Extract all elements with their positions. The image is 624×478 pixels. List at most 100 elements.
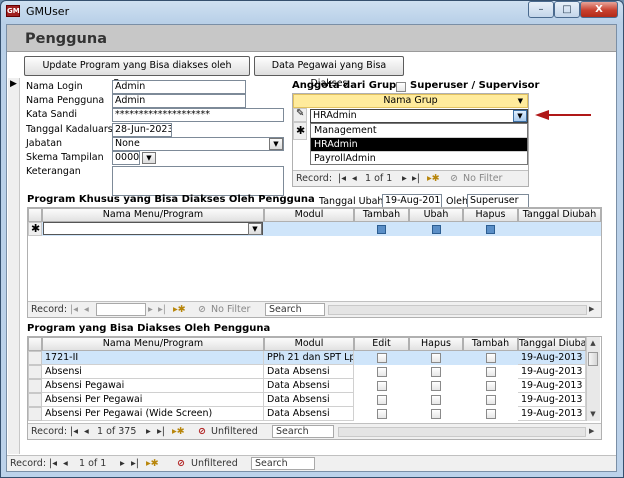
khusus-corner[interactable] [28,208,42,222]
record-position[interactable]: 1 of 375 [97,424,136,439]
next-record-icon[interactable]: ▸ [120,456,125,471]
program-menu-cell[interactable]: Absensi [42,365,264,379]
program-modul-cell[interactable]: Data Absensi [264,393,354,407]
tambah-checkbox[interactable] [486,395,496,405]
oleh-input[interactable]: Superuser [467,194,529,208]
prev-record-icon[interactable]: ◂ [63,456,68,471]
jabatan-select[interactable]: None [112,137,284,151]
program-col-tambah[interactable]: Tambah [463,337,518,351]
prev-record-icon[interactable]: ◂ [84,424,89,439]
vertical-scrollbar[interactable] [586,337,600,421]
last-record-icon[interactable]: ▸| [412,171,420,186]
edit-checkbox[interactable] [377,381,387,391]
next-record-icon[interactable]: ▸ [402,171,407,186]
program-menu-cell[interactable]: 1721-II [42,351,264,365]
next-record-icon[interactable]: ▸ [146,424,151,439]
no-filter-button[interactable]: No Filter [463,171,502,186]
scroll-down-icon[interactable]: ▼ [587,410,599,418]
row-selector[interactable] [28,407,42,421]
row-selector[interactable] [28,351,42,365]
no-filter-button[interactable]: No Filter [211,302,250,317]
scroll-up-icon[interactable]: ▲ [587,339,599,347]
first-record-icon[interactable]: |◂ [49,456,57,471]
skema-tampilan-select[interactable]: 0000 [112,151,140,165]
new-record-icon[interactable]: ▸✱ [173,302,186,317]
row-selector[interactable] [28,379,42,393]
program-tanggal-cell[interactable]: 19-Aug-2013 [518,393,586,407]
program-tanggal-cell[interactable]: 19-Aug-2013 [518,365,586,379]
first-record-icon[interactable]: |◂ [70,302,78,317]
program-col-edit[interactable]: Edit [354,337,409,351]
first-record-icon[interactable]: |◂ [338,171,346,186]
hapus-checkbox[interactable] [431,409,441,419]
close-button[interactable]: X [580,1,618,18]
keterangan-input[interactable] [112,166,284,196]
group-combo[interactable]: HRAdmin [310,109,528,123]
edit-checkbox[interactable] [377,409,387,419]
program-tanggal-cell[interactable]: 19-Aug-2013 [518,351,586,365]
ubah-checkbox[interactable] [432,225,441,234]
record-position[interactable] [96,303,146,316]
unfiltered-button[interactable]: Unfiltered [191,456,238,471]
hapus-checkbox[interactable] [431,395,441,405]
khusus-col-tambah[interactable]: Tambah [354,208,409,222]
khusus-menu-combo[interactable] [43,222,263,235]
program-modul-cell[interactable]: Data Absensi [264,365,354,379]
skema-dropdown-icon[interactable]: ▼ [142,152,156,164]
program-tanggal-cell[interactable]: 19-Aug-2013 [518,379,586,393]
prev-record-icon[interactable]: ◂ [84,302,89,317]
next-record-icon[interactable]: ▸ [148,302,153,317]
scroll-right-icon[interactable]: ▶ [589,424,594,439]
last-record-icon[interactable]: ▸| [158,302,166,317]
tambah-checkbox[interactable] [486,353,496,363]
scroll-right-icon[interactable]: ▶ [589,302,594,317]
new-record-icon[interactable]: ▸✱ [172,424,185,439]
group-column-header[interactable]: Nama Grup ▼ [293,94,528,108]
record-position[interactable]: 1 of 1 [79,456,106,471]
group-option-selected[interactable]: HRAdmin [311,138,527,152]
kata-sandi-input[interactable]: ******************** [112,108,284,122]
tanggal-kadaluarsa-input[interactable]: 28-Jun-2023 [112,123,172,137]
horizontal-scrollbar[interactable] [328,305,587,315]
search-input[interactable]: Search [265,303,325,316]
edit-checkbox[interactable] [377,367,387,377]
row-selector[interactable] [28,393,42,407]
superuser-checkbox[interactable] [396,82,406,92]
program-modul-cell[interactable]: PPh 21 dan SPT Lp. [264,351,354,365]
tambah-checkbox[interactable] [377,225,386,234]
program-modul-cell[interactable]: Data Absensi [264,379,354,393]
program-col-hapus[interactable]: Hapus [409,337,463,351]
horizontal-scrollbar[interactable] [338,427,586,437]
minimize-button[interactable]: – [528,1,554,18]
program-menu-cell[interactable]: Absensi Per Pegawai [42,393,264,407]
maximize-button[interactable]: □ [554,1,580,18]
group-dropdown-icon[interactable]: ▼ [513,110,527,122]
program-modul-cell[interactable]: Data Absensi [264,407,354,421]
program-col-tanggal[interactable]: Tanggal Diubah [518,337,586,351]
program-col-menu[interactable]: Nama Menu/Program [42,337,264,351]
hapus-checkbox[interactable] [431,367,441,377]
tab-update-program[interactable]: Update Program yang Bisa diakses oleh Pe… [24,56,250,89]
prev-record-icon[interactable]: ◂ [352,171,357,186]
new-record-icon[interactable]: ▸✱ [427,171,440,186]
last-record-icon[interactable]: ▸| [131,456,139,471]
khusus-col-tanggal[interactable]: Tanggal Diubah [518,208,601,222]
program-col-modul[interactable]: Modul [264,337,354,351]
last-record-icon[interactable]: ▸| [157,424,165,439]
hapus-checkbox[interactable] [431,353,441,363]
group-option[interactable]: Management [311,124,527,138]
record-position[interactable]: 1 of 1 [365,171,392,186]
program-corner[interactable] [28,337,42,351]
program-menu-cell[interactable]: Absensi Per Pegawai (Wide Screen) [42,407,264,421]
nama-pengguna-input[interactable]: Admin [112,94,246,108]
hapus-checkbox[interactable] [431,381,441,391]
program-tanggal-cell[interactable]: 19-Aug-2013 [518,407,586,421]
khusus-col-ubah[interactable]: Ubah [409,208,463,222]
khusus-col-menu[interactable]: Nama Menu/Program [42,208,264,222]
khusus-col-modul[interactable]: Modul [264,208,354,222]
new-record-icon[interactable]: ▸✱ [146,456,159,471]
edit-checkbox[interactable] [377,395,387,405]
search-input[interactable]: Search [272,425,334,438]
edit-checkbox[interactable] [377,353,387,363]
row-selector[interactable] [28,365,42,379]
